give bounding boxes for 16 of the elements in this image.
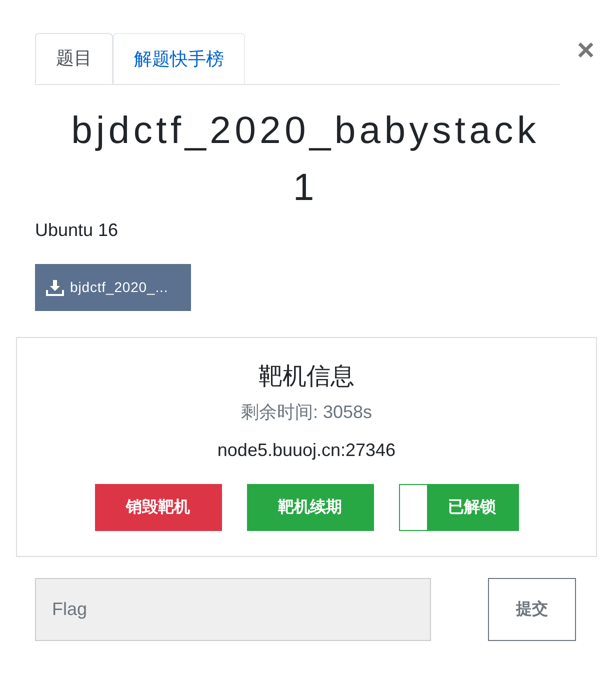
renew-button[interactable]: 靶机续期 [246,484,374,531]
download-icon [46,280,64,296]
panel-title: 靶机信息 [258,362,354,392]
unlock-toggle[interactable]: 已解锁 [398,484,518,531]
download-button[interactable]: bjdctf_2020_... [35,264,191,311]
challenge-description: Ubuntu 16 [35,219,120,242]
flag-input-field[interactable]: Flag [35,578,432,641]
submit-button[interactable]: 提交 [488,578,576,641]
remaining-time: 剩余时间: 3058s [240,401,372,424]
challenge-title: bjdctf_2020_babystack 1 [70,109,541,211]
target-address: node5.buuoj.cn:27346 [217,439,396,462]
toggle-knob-icon [400,485,426,530]
close-button[interactable]: × [577,36,595,66]
destroy-button[interactable]: 销毁靶机 [94,484,222,531]
tab[interactable]: 解题快手榜 [113,33,245,84]
tab[interactable]: 题目 [35,33,113,84]
